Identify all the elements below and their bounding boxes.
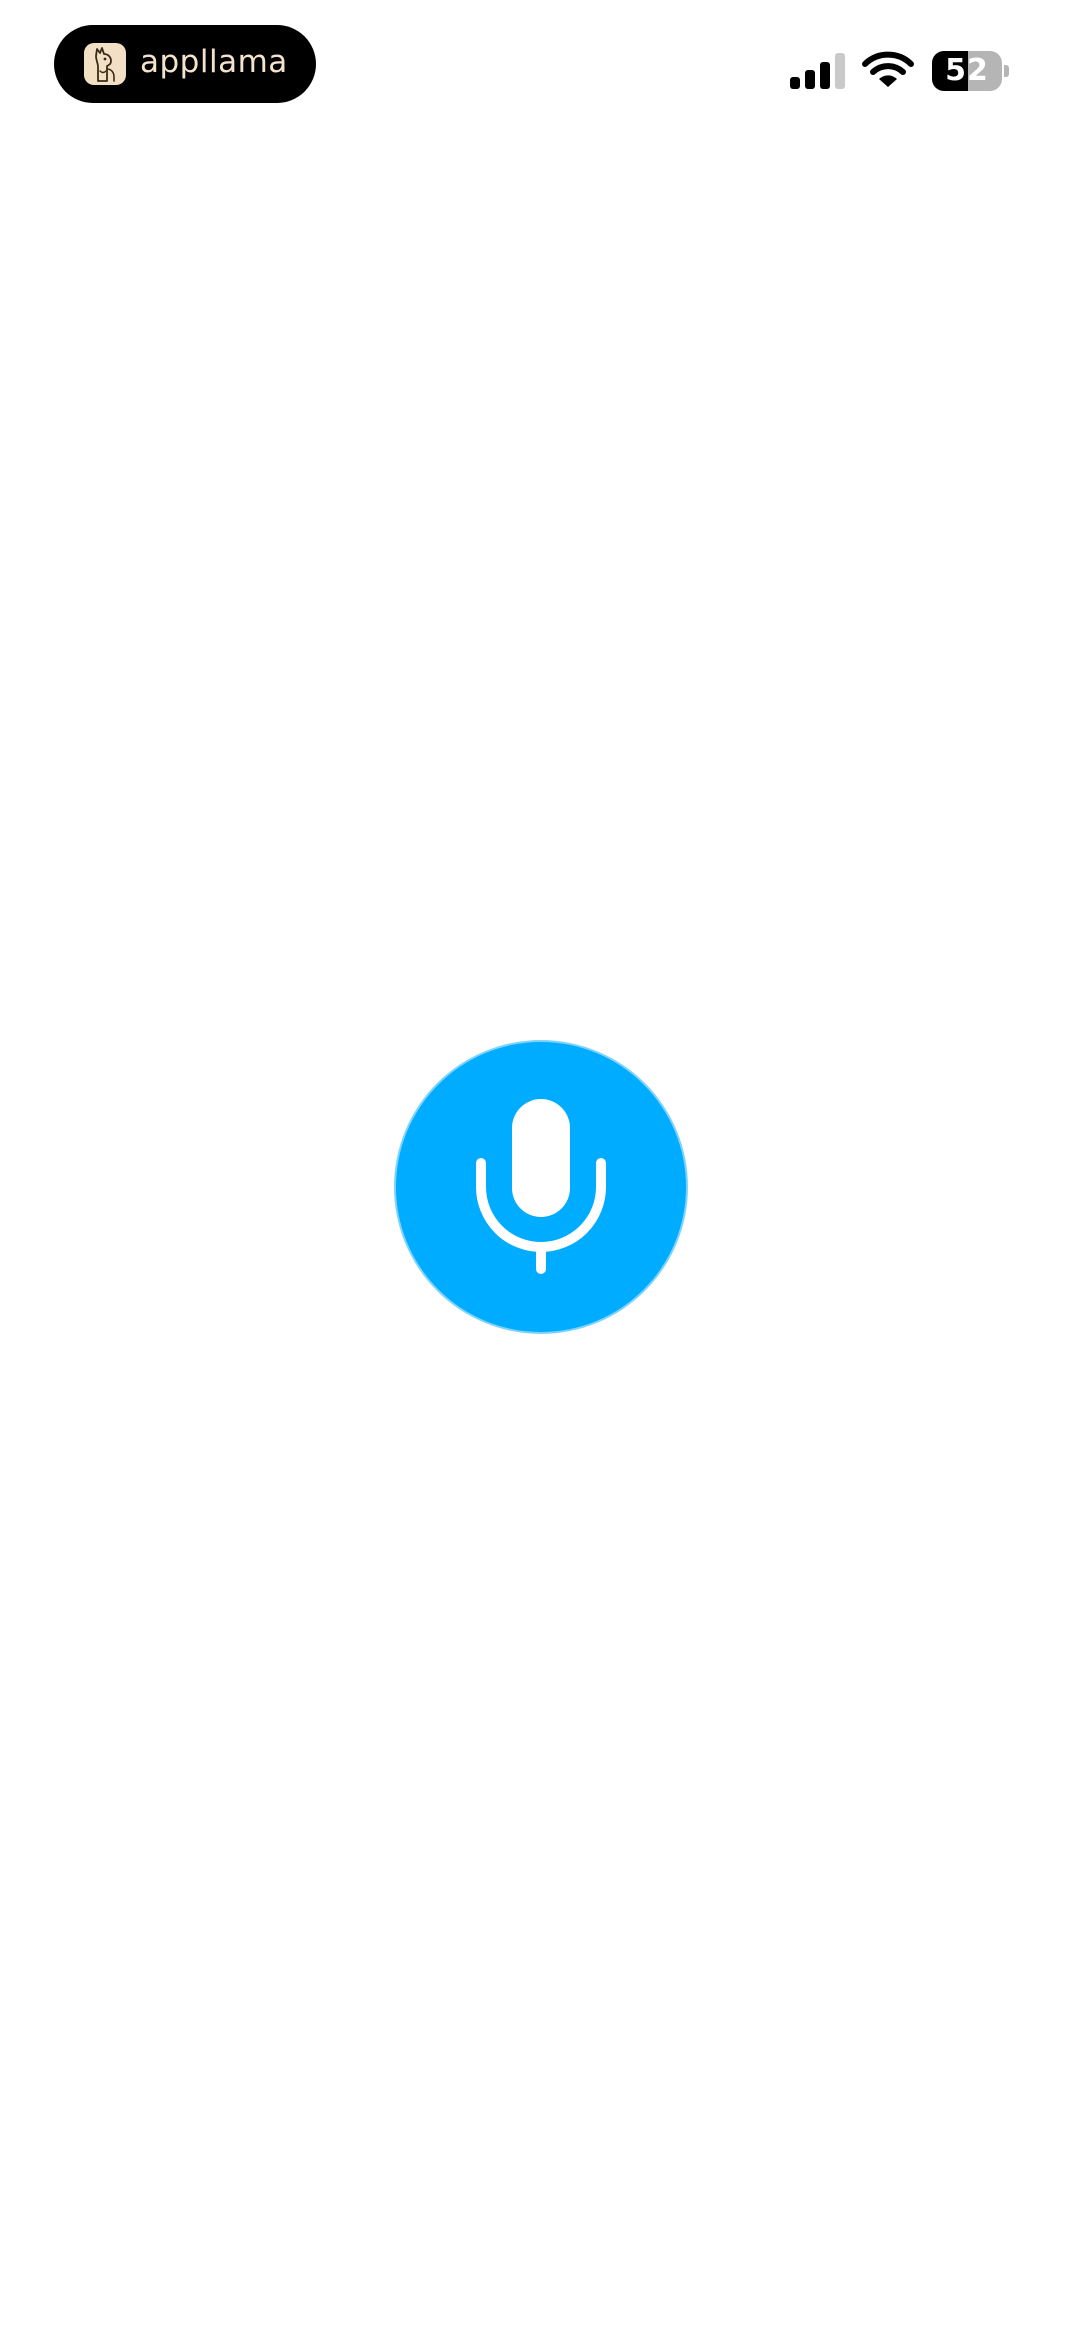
battery-icon: 52 [932, 51, 1010, 91]
app-name-label: appllama [140, 43, 288, 80]
microphone-icon [476, 1099, 606, 1274]
signal-bar [820, 62, 830, 89]
battery-cap [1004, 65, 1009, 77]
cellular-signal-icon [790, 53, 846, 89]
microphone-button[interactable] [396, 1042, 686, 1332]
battery-body: 52 [932, 51, 1002, 91]
wifi-icon [862, 51, 914, 89]
llama-logo-icon [84, 43, 126, 85]
signal-bar [805, 70, 815, 89]
main-content [0, 130, 1080, 2337]
signal-bar [835, 53, 845, 89]
status-bar: appllama 52 [0, 0, 1080, 130]
signal-bar [790, 77, 800, 89]
battery-level-text: 52 [945, 53, 989, 88]
app-indicator-pill[interactable]: appllama [54, 25, 316, 103]
